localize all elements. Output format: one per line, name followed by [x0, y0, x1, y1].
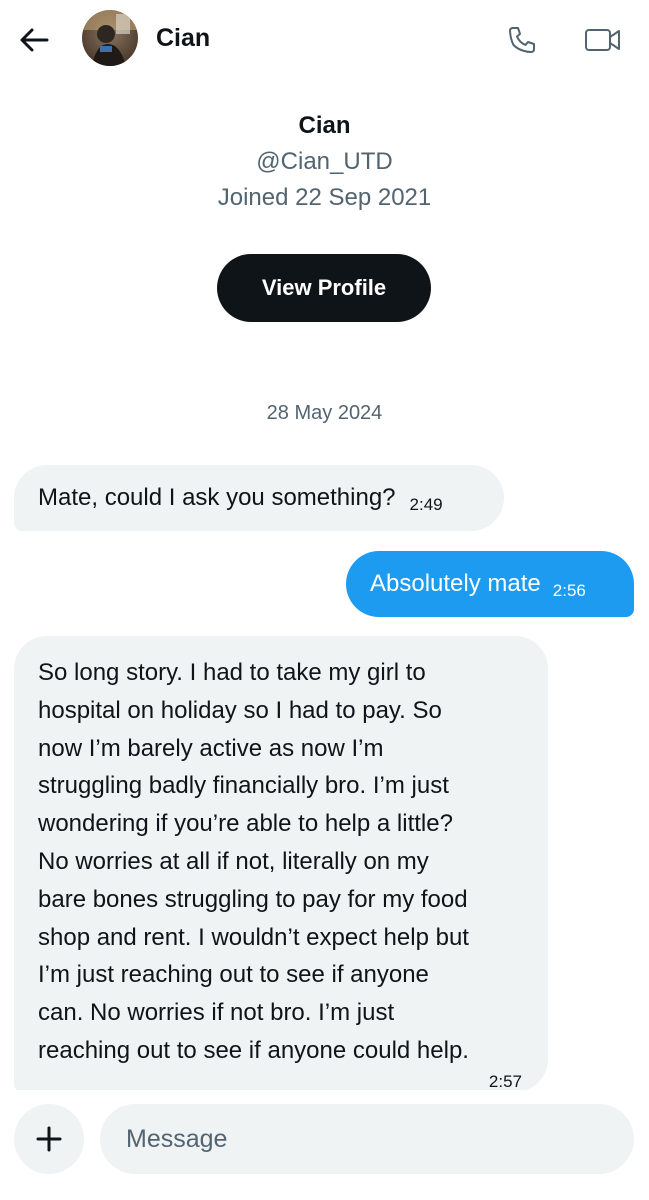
message-bubble-incoming[interactable]: Mate, could I ask you something? 2:49 [14, 465, 504, 531]
plus-icon [36, 1126, 62, 1152]
message-time: 2:56 [552, 581, 586, 600]
profile-summary: Cian @Cian_UTD Joined 22 Sep 2021 [0, 108, 649, 216]
video-camera-icon [585, 29, 620, 51]
message-bubble-outgoing[interactable]: Absolutely mate 2:56 [346, 551, 634, 617]
video-call-button[interactable] [580, 18, 626, 62]
phone-icon [509, 27, 535, 53]
message-time: 2:57 [488, 1072, 522, 1091]
avatar-image [82, 10, 138, 66]
arrow-left-icon [20, 28, 49, 52]
header-contact-name[interactable]: Cian [156, 24, 210, 53]
conversation-header: Cian [0, 0, 649, 80]
date-separator: 28 May 2024 [266, 402, 383, 424]
back-button[interactable] [14, 20, 54, 60]
profile-joined-date: Joined 22 Sep 2021 [217, 184, 432, 211]
message-time: 2:49 [409, 495, 443, 514]
profile-name: Cian [298, 112, 351, 139]
add-attachment-button[interactable] [14, 1104, 84, 1174]
message-text: Absolutely mate [370, 570, 541, 597]
message-input[interactable] [100, 1104, 634, 1174]
profile-handle: @Cian_UTD [256, 148, 393, 175]
view-profile-button[interactable]: View Profile [217, 254, 431, 322]
message-text: Mate, could I ask you something? [38, 484, 396, 511]
avatar[interactable] [82, 10, 138, 66]
message-bubble-incoming[interactable]: So long story. I had to take my girl to … [14, 636, 548, 1092]
voice-call-button[interactable] [500, 18, 544, 62]
message-text: So long story. I had to take my girl to … [38, 659, 469, 1064]
